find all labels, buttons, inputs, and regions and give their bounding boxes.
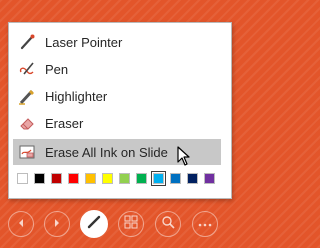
mouse-cursor-icon	[177, 146, 191, 171]
color-swatch-orange[interactable]	[85, 173, 96, 184]
color-swatch-white[interactable]	[17, 173, 28, 184]
color-swatch-light-blue[interactable]	[151, 171, 166, 186]
laser-pointer-icon	[17, 32, 37, 52]
more-options-button[interactable]	[192, 211, 218, 237]
eraser-icon	[17, 113, 37, 133]
color-swatch-dark-blue[interactable]	[187, 173, 198, 184]
next-slide-button[interactable]	[44, 211, 70, 237]
see-all-slides-icon	[124, 215, 138, 234]
menu-item-pen[interactable]: Pen	[13, 56, 221, 82]
color-swatch-purple[interactable]	[204, 173, 215, 184]
highlighter-icon	[17, 86, 37, 106]
more-options-icon	[198, 215, 212, 233]
color-swatch-black[interactable]	[34, 173, 45, 184]
next-slide-icon	[52, 215, 62, 233]
zoom-button[interactable]	[155, 211, 181, 237]
pen-tools-menu: Laser Pointer Pen Highlighter Eraser Era…	[8, 22, 232, 199]
pen-tools-icon	[86, 214, 102, 235]
pen-icon	[17, 59, 37, 79]
color-swatch-red[interactable]	[68, 173, 79, 184]
pen-tools-button[interactable]	[80, 210, 108, 238]
erase-all-ink-icon	[17, 142, 37, 162]
see-all-slides-button[interactable]	[118, 211, 144, 237]
slideshow-toolbar	[0, 210, 256, 241]
color-swatch-yellow[interactable]	[102, 173, 113, 184]
previous-slide-icon	[16, 215, 26, 233]
menu-item-laser-pointer[interactable]: Laser Pointer	[13, 29, 221, 55]
previous-slide-button[interactable]	[8, 211, 34, 237]
zoom-icon	[161, 215, 175, 234]
color-swatch-blue[interactable]	[170, 173, 181, 184]
menu-item-label: Pen	[45, 61, 69, 77]
menu-item-highlighter[interactable]: Highlighter	[13, 83, 221, 109]
color-swatch-dark-red[interactable]	[51, 173, 62, 184]
menu-item-label: Eraser	[45, 115, 84, 131]
menu-item-eraser[interactable]: Eraser	[13, 110, 221, 136]
menu-item-label: Highlighter	[45, 88, 108, 104]
menu-item-label: Erase All Ink on Slide	[45, 144, 168, 160]
color-swatch-green[interactable]	[136, 173, 147, 184]
menu-item-label: Laser Pointer	[45, 34, 123, 50]
color-swatch-light-green[interactable]	[119, 173, 130, 184]
